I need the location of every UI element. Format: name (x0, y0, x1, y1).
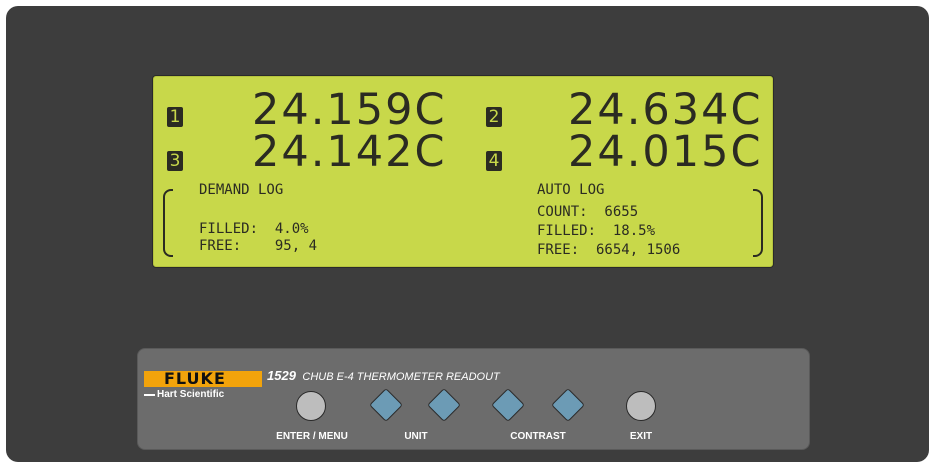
unit-label: UNIT (404, 431, 428, 442)
channel-1-reading: 24.159C (252, 85, 447, 135)
fluke-logo: FLUKE (144, 371, 262, 387)
channel-4-reading: 24.015C (568, 127, 763, 177)
sub-brand-text: Hart Scientific (157, 389, 225, 400)
channel-3-reading: 24.142C (252, 127, 447, 177)
thermometer-readout-device: 1 24.159C 2 24.634C 3 24.142C 4 24.015C … (6, 6, 929, 462)
contrast-label: CONTRAST (510, 431, 566, 442)
lcd-display: 1 24.159C 2 24.634C 3 24.142C 4 24.015C … (152, 75, 774, 268)
sub-brand-rule (144, 394, 155, 396)
demand-log-free: FREE: 95, 4 (199, 238, 318, 254)
channel-3-badge: 3 (167, 151, 183, 171)
left-bracket (163, 189, 173, 257)
demand-log-filled: FILLED: 4.0% (199, 221, 309, 237)
exit-label: EXIT (629, 431, 653, 442)
model-number: 1529 (267, 368, 296, 383)
auto-log-title: AUTO LOG (537, 182, 605, 198)
channel-2-reading: 24.634C (568, 85, 763, 135)
auto-log-count: COUNT: 6655 (537, 204, 639, 220)
model-label: 1529 CHUB E-4 THERMOMETER READOUT (267, 367, 500, 385)
contrast-right-arrow-button[interactable] (551, 388, 585, 422)
demand-log-title: DEMAND LOG (199, 182, 284, 198)
brand-name: FLUKE (164, 369, 226, 388)
enter-menu-button[interactable] (296, 391, 326, 421)
sub-brand: Hart Scientific (144, 389, 224, 400)
right-bracket (753, 189, 763, 257)
auto-log-filled: FILLED: 18.5% (537, 223, 656, 239)
auto-log-free: FREE: 6654, 1506 (537, 242, 681, 258)
enter-menu-label: ENTER / MENU (276, 431, 348, 442)
channel-2-badge: 2 (486, 107, 502, 127)
exit-button[interactable] (626, 391, 656, 421)
control-panel: FLUKE Hart Scientific 1529 CHUB E-4 THER… (137, 348, 810, 450)
unit-right-arrow-button[interactable] (427, 388, 461, 422)
contrast-left-arrow-button[interactable] (491, 388, 525, 422)
channel-1-badge: 1 (167, 107, 183, 127)
model-title: CHUB E-4 THERMOMETER READOUT (302, 371, 500, 383)
channel-4-badge: 4 (486, 151, 502, 171)
unit-left-arrow-button[interactable] (369, 388, 403, 422)
